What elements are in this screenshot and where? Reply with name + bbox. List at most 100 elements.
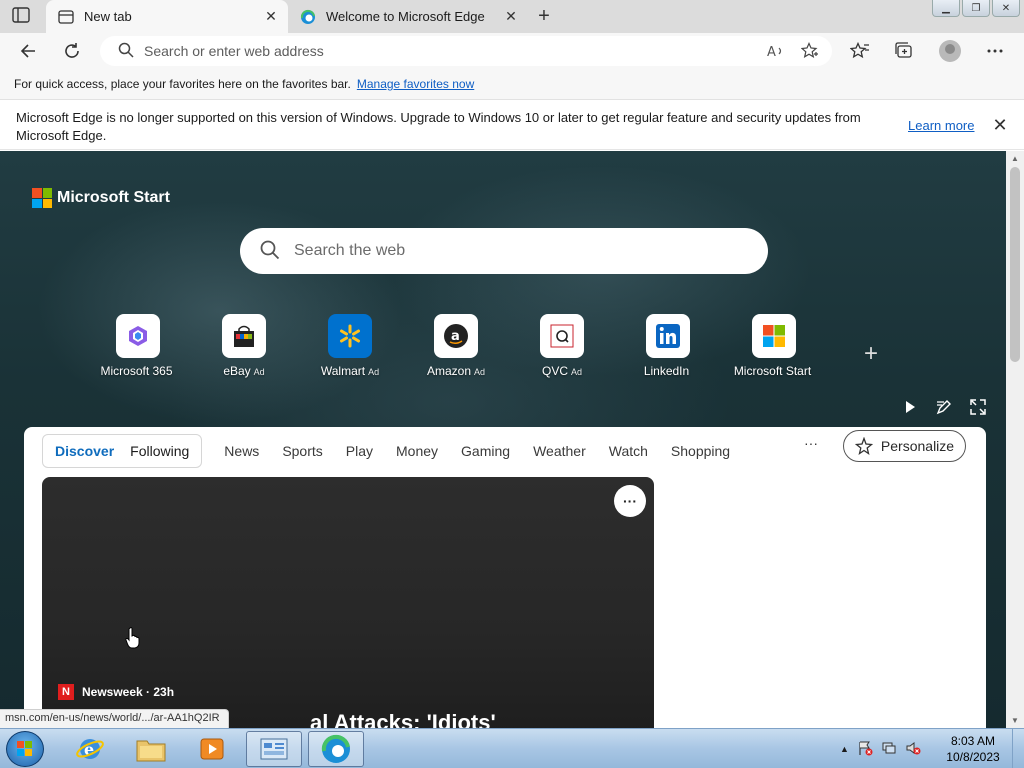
- play-icon[interactable]: [900, 397, 920, 417]
- scroll-down-icon[interactable]: ▼: [1011, 716, 1019, 725]
- scrollbar-thumb[interactable]: [1010, 167, 1020, 362]
- minimize-icon[interactable]: ▁: [932, 0, 960, 17]
- quick-link-microsoft-start[interactable]: Microsoft Start: [721, 314, 827, 378]
- tab-following[interactable]: Following: [122, 443, 197, 459]
- unsupported-os-notice: Microsoft Edge is no longer supported on…: [0, 101, 1024, 150]
- quick-link-label: Microsoft 365: [100, 364, 173, 378]
- quick-link-microsoft-365[interactable]: Microsoft 365: [85, 314, 191, 378]
- hand-cursor-icon: [125, 627, 141, 652]
- microsoft-start-brand[interactable]: Microsoft Start: [32, 188, 170, 208]
- learn-more-link[interactable]: Learn more: [908, 118, 974, 133]
- linkedin-icon: [646, 314, 690, 358]
- taskbar-clock[interactable]: 8:03 AM 10/8/2023: [940, 733, 1006, 765]
- add-quick-link-icon[interactable]: +: [864, 340, 878, 368]
- back-arrow-icon[interactable]: [15, 39, 41, 63]
- quick-link-amazon[interactable]: a Amazon Ad: [403, 314, 509, 378]
- edge-icon: [300, 9, 316, 25]
- restore-icon[interactable]: ❐: [962, 0, 990, 17]
- scroll-up-icon[interactable]: ▲: [1011, 154, 1019, 163]
- personalize-button[interactable]: Personalize: [843, 430, 966, 462]
- fullscreen-icon[interactable]: [968, 397, 988, 417]
- ebay-bag-icon: [222, 314, 266, 358]
- search-icon: [118, 42, 134, 61]
- address-bar[interactable]: Search or enter web address A: [100, 36, 832, 66]
- new-tab-plus-icon[interactable]: +: [532, 4, 556, 28]
- tab-new-tab[interactable]: New tab ✕: [46, 0, 288, 33]
- tab-title: New tab: [84, 9, 132, 24]
- action-center-flag-icon[interactable]: [857, 740, 873, 759]
- quick-link-ebay[interactable]: eBay Ad: [191, 314, 297, 378]
- favorites-bar-message: For quick access, place your favorites h…: [14, 77, 351, 91]
- volume-muted-icon[interactable]: [905, 740, 921, 759]
- show-desktop-button[interactable]: [1012, 729, 1024, 768]
- background-controls: [900, 397, 988, 417]
- browser-toolbar: Search or enter web address A: [0, 33, 1024, 69]
- tab-sports[interactable]: Sports: [282, 443, 322, 459]
- web-search-box[interactable]: Search the web: [240, 228, 768, 274]
- svg-text:A: A: [767, 45, 776, 59]
- page-scrollbar[interactable]: ▲ ▼: [1006, 151, 1024, 728]
- address-input[interactable]: Search or enter web address: [144, 43, 764, 59]
- system-tray: ▲: [840, 729, 921, 768]
- tab-title: Welcome to Microsoft Edge: [326, 9, 485, 24]
- newsweek-logo-icon: N: [58, 684, 74, 700]
- edge-taskbar-icon[interactable]: [308, 731, 364, 767]
- tab-shopping[interactable]: Shopping: [671, 443, 730, 459]
- settings-more-icon[interactable]: [982, 39, 1008, 63]
- status-bar-url: msn.com/en-us/news/world/.../ar-AA1hQ2IR: [0, 709, 229, 728]
- more-categories-icon[interactable]: ···: [804, 435, 818, 451]
- windows-start-icon[interactable]: [6, 731, 44, 767]
- internet-explorer-icon[interactable]: e: [62, 731, 118, 767]
- quick-link-linkedin[interactable]: LinkedIn: [615, 314, 721, 378]
- refresh-icon[interactable]: [59, 39, 85, 63]
- hero-article-card[interactable]: ··· N Newsweek · 23h al Attacks: 'Idiots…: [42, 477, 654, 728]
- tab-news[interactable]: News: [224, 443, 259, 459]
- close-tab-icon[interactable]: ✕: [260, 6, 282, 28]
- tab-actions-icon[interactable]: [12, 7, 32, 25]
- profile-avatar[interactable]: [939, 40, 961, 62]
- read-aloud-icon[interactable]: A: [764, 39, 788, 63]
- quick-links: Microsoft 365 eBay Ad Walmart Ad a Amazon A…: [85, 314, 845, 378]
- collections-icon[interactable]: [891, 39, 917, 63]
- tab-strip: New tab ✕ Welcome to Microsoft Edge ✕ + …: [0, 0, 1024, 33]
- quick-link-qvc[interactable]: QVC Ad: [509, 314, 615, 378]
- tab-watch[interactable]: Watch: [609, 443, 648, 459]
- favorites-bar: For quick access, place your favorites h…: [0, 69, 1024, 100]
- feed-mode-toggle: Discover Following: [42, 434, 203, 468]
- close-window-icon[interactable]: ✕: [992, 0, 1020, 17]
- quick-link-walmart[interactable]: Walmart Ad: [297, 314, 403, 378]
- article-more-icon[interactable]: ···: [614, 485, 646, 517]
- article-headline[interactable]: al Attacks: 'Idiots': [310, 710, 496, 728]
- tab-weather[interactable]: Weather: [533, 443, 586, 459]
- quick-link-label: LinkedIn: [643, 364, 690, 378]
- source-label: Newsweek · 23h: [82, 685, 175, 699]
- tab-gaming[interactable]: Gaming: [461, 443, 510, 459]
- close-notice-icon[interactable]: ✕: [990, 116, 1010, 136]
- web-search-input[interactable]: Search the web: [294, 242, 405, 260]
- control-panel-icon[interactable]: [246, 731, 302, 767]
- network-icon[interactable]: [881, 740, 897, 759]
- add-favorite-icon[interactable]: [798, 39, 822, 63]
- tab-money[interactable]: Money: [396, 443, 438, 459]
- new-tab-page: Microsoft Start Search the web Microsoft…: [0, 151, 1006, 728]
- page-settings-icon[interactable]: [934, 397, 954, 417]
- show-hidden-icons-icon[interactable]: ▲: [840, 744, 849, 754]
- sparkle-star-icon: [854, 437, 873, 455]
- tab-play[interactable]: Play: [346, 443, 373, 459]
- manage-favorites-link[interactable]: Manage favorites now: [357, 77, 474, 91]
- search-icon: [260, 240, 280, 263]
- ad-badge: Ad: [571, 367, 583, 377]
- quick-link-label: Microsoft Start: [733, 364, 812, 378]
- ad-badge: Ad: [474, 367, 486, 377]
- svg-text:a: a: [451, 329, 460, 344]
- tab-welcome-edge[interactable]: Welcome to Microsoft Edge ✕: [288, 0, 528, 33]
- tab-discover[interactable]: Discover: [47, 443, 122, 459]
- media-player-icon[interactable]: [184, 731, 240, 767]
- walmart-spark-icon: [328, 314, 372, 358]
- close-tab-icon[interactable]: ✕: [500, 6, 522, 28]
- qvc-icon: [540, 314, 584, 358]
- favorites-icon[interactable]: [847, 39, 873, 63]
- file-explorer-icon[interactable]: [123, 731, 179, 767]
- windows-taskbar: e ▲ 8:03 AM 10/8/2023: [0, 728, 1024, 768]
- window-controls: ▁ ❐ ✕: [930, 0, 1020, 17]
